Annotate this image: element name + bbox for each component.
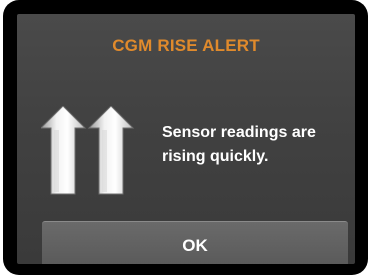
double-up-arrow-icon [39, 105, 141, 196]
alert-message: Sensor readings are rising quickly. [162, 121, 352, 169]
alert-message-line: rising quickly. [162, 148, 269, 165]
alert-message-line: Sensor readings are [162, 124, 316, 141]
alert-title: CGM RISE ALERT [112, 36, 260, 55]
up-arrow-icon [87, 105, 135, 195]
ok-button-label: OK [182, 236, 208, 255]
alert-screen: CGM RISE ALERT Sensor readings are risin… [17, 14, 355, 264]
up-arrow-icon [39, 105, 87, 195]
ok-button[interactable]: OK [42, 221, 348, 264]
device-frame: CGM RISE ALERT Sensor readings are risin… [3, 0, 368, 275]
